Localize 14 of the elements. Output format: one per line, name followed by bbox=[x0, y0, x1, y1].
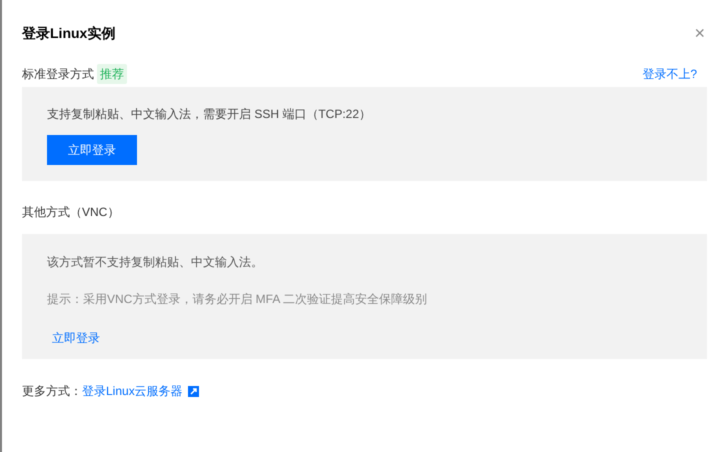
section-label: 标准登录方式 bbox=[22, 66, 94, 83]
dialog-title: 登录Linux实例 bbox=[22, 24, 116, 42]
more-label: 更多方式： bbox=[22, 383, 82, 400]
login-button[interactable]: 立即登录 bbox=[47, 135, 137, 165]
panel-description: 该方式暂不支持复制粘贴、中文输入法。 bbox=[47, 254, 263, 271]
hint-text: 提示：采用VNC方式登录，请务必开启 MFA 二次验证提高安全保障级别 bbox=[47, 291, 428, 308]
cloud-server-link[interactable]: 登录Linux云服务器 bbox=[82, 382, 183, 400]
login-link[interactable]: 立即登录 bbox=[52, 329, 100, 347]
close-button[interactable]: × bbox=[694, 24, 705, 42]
external-link-icon[interactable] bbox=[188, 386, 199, 396]
help-link[interactable]: 登录不上? bbox=[642, 65, 697, 83]
section-label: 其他方式（VNC） bbox=[22, 204, 120, 221]
panel-description: 支持复制粘贴、中文输入法，需要开启 SSH 端口（TCP:22） bbox=[47, 106, 372, 123]
recommended-badge: 推荐 bbox=[97, 64, 127, 84]
